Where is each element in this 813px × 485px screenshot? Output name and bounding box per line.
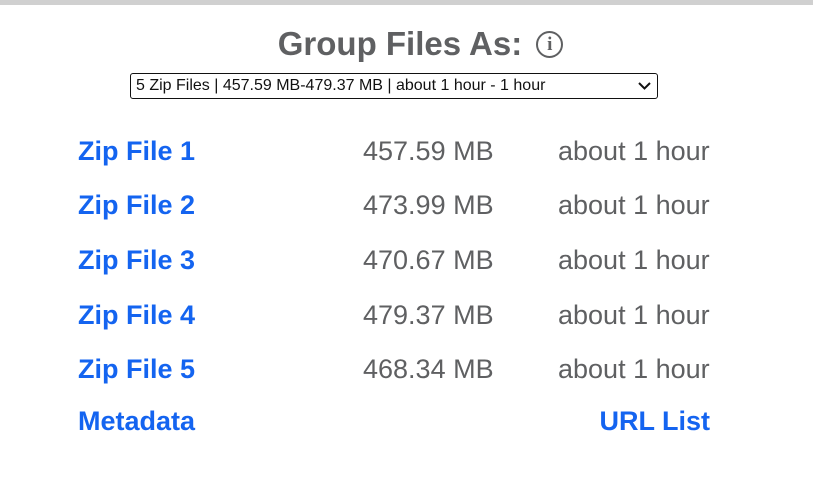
info-icon[interactable]: i	[536, 30, 564, 58]
download-time: about 1 hour	[558, 190, 710, 220]
table-row: Zip File 3 470.67 MB about 1 hour	[0, 240, 813, 280]
download-time: about 1 hour	[558, 300, 710, 330]
group-files-header: Group Files As: i	[0, 22, 813, 66]
metadata-link[interactable]: Metadata	[78, 401, 195, 441]
zip-file-link[interactable]: Zip File 2	[78, 185, 195, 225]
file-size: 470.67 MB	[363, 245, 494, 275]
url-list-link[interactable]: URL List	[599, 401, 710, 441]
group-files-select-value: 5 Zip Files | 457.59 MB-479.37 MB | abou…	[136, 77, 546, 94]
table-row: Zip File 1 457.59 MB about 1 hour	[0, 131, 813, 171]
download-time: about 1 hour	[558, 136, 710, 166]
file-size: 479.37 MB	[363, 300, 494, 330]
chevron-down-icon	[637, 79, 651, 93]
group-files-select[interactable]: 5 Zip Files | 457.59 MB-479.37 MB | abou…	[130, 73, 658, 99]
table-row: Zip File 2 473.99 MB about 1 hour	[0, 185, 813, 225]
zip-file-link[interactable]: Zip File 1	[78, 131, 195, 171]
footer-links-row: Metadata URL List	[0, 401, 813, 441]
file-size: 473.99 MB	[363, 190, 494, 220]
download-time: about 1 hour	[558, 354, 710, 384]
top-divider	[0, 0, 813, 5]
zip-file-link[interactable]: Zip File 4	[78, 295, 195, 335]
table-row: Zip File 4 479.37 MB about 1 hour	[0, 295, 813, 335]
file-size: 457.59 MB	[363, 136, 494, 166]
file-size: 468.34 MB	[363, 354, 494, 384]
table-row: Zip File 5 468.34 MB about 1 hour	[0, 349, 813, 389]
zip-file-link[interactable]: Zip File 3	[78, 240, 195, 280]
download-time: about 1 hour	[558, 245, 710, 275]
zip-file-link[interactable]: Zip File 5	[78, 349, 195, 389]
page-title: Group Files As:	[277, 25, 523, 62]
